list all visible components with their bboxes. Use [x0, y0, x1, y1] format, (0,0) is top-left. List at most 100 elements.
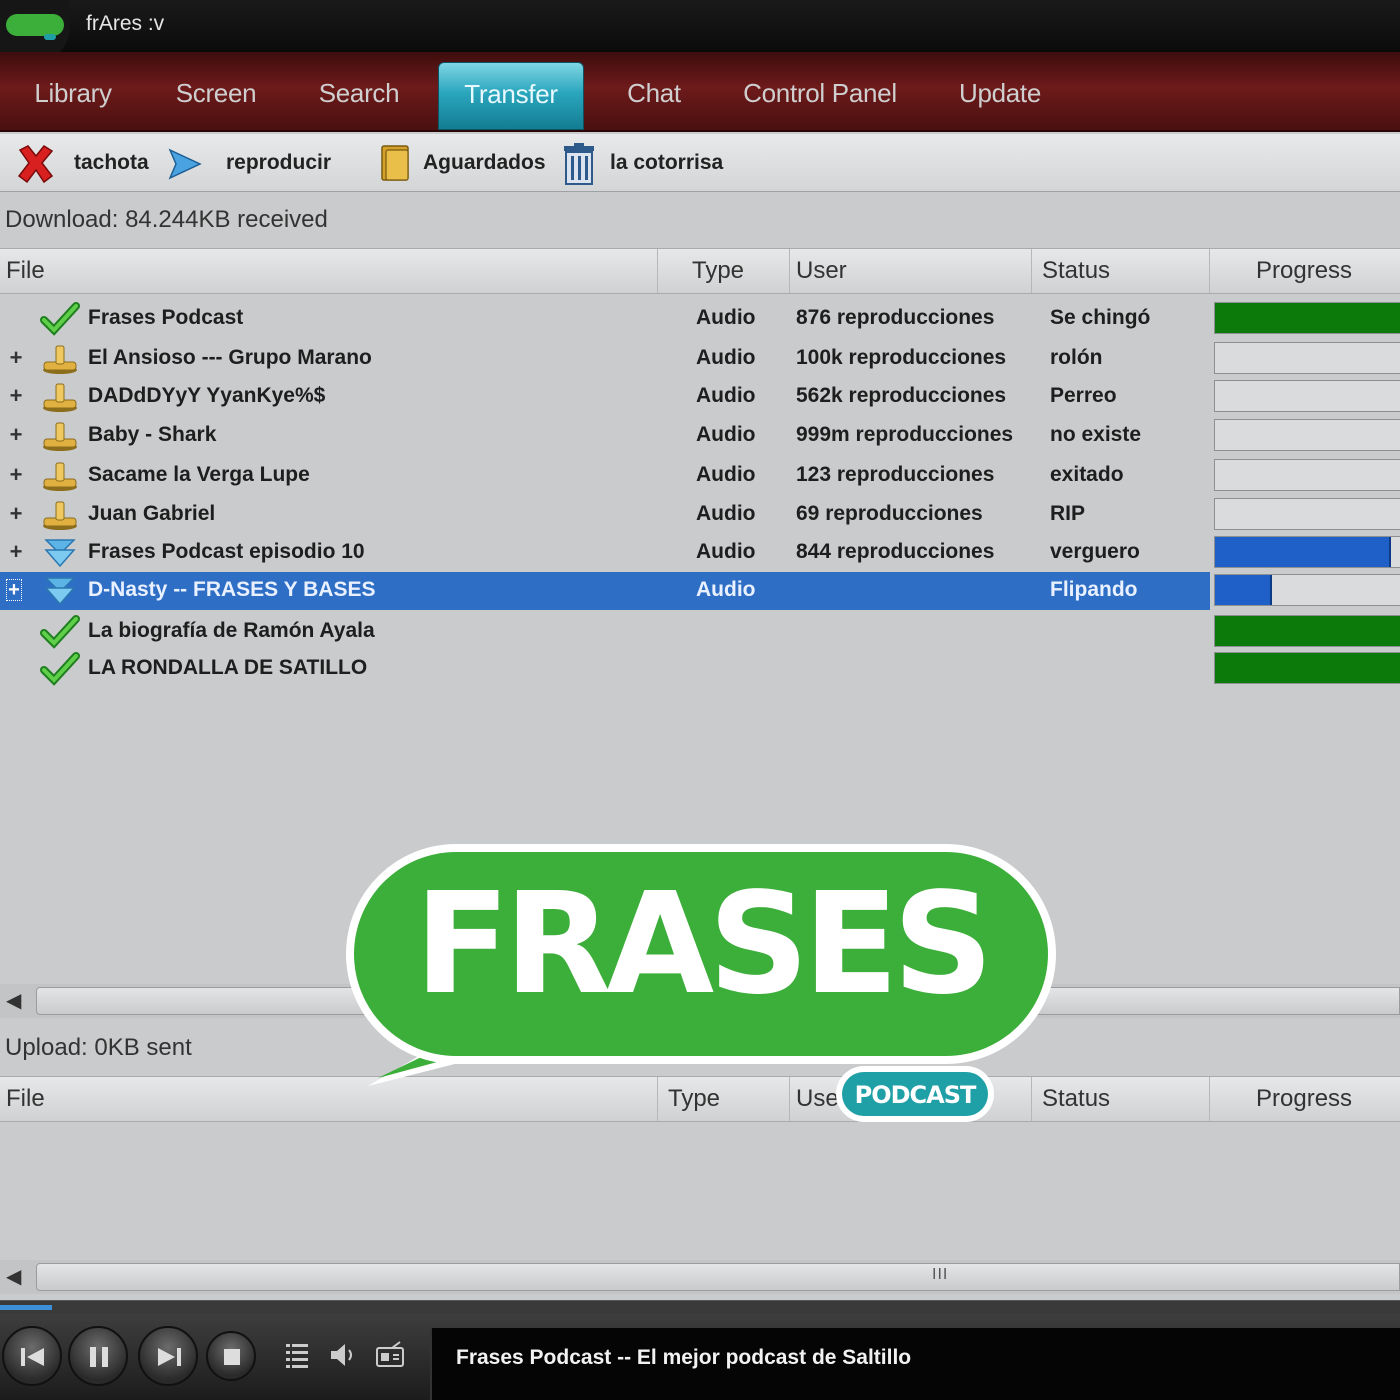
next-button[interactable]	[138, 1326, 198, 1386]
window-title: frAres :v	[86, 12, 165, 35]
toolbar: tachota reproducir Aguardados la cotorri…	[0, 134, 1400, 192]
player-bar: Frases Podcast -- El mejor podcast de Sa…	[0, 1314, 1400, 1400]
volume-icon[interactable]	[328, 1340, 358, 1370]
transfer-row[interactable]: + El Ansioso --- Grupo Marano Audio 100k re…	[0, 340, 1400, 378]
upload-list	[0, 1122, 1400, 1262]
expand-toggle[interactable]: +	[8, 501, 24, 527]
file-type: Audio	[696, 423, 756, 446]
progress-bar	[1214, 498, 1400, 530]
previous-button[interactable]	[2, 1326, 62, 1386]
tab-transfer[interactable]: Transfer	[438, 62, 584, 130]
expand-toggle[interactable]: +	[8, 422, 24, 448]
file-name: DADdDYyY YyanKye%$	[88, 384, 326, 407]
tab-screen[interactable]: Screen	[160, 62, 272, 130]
column-header-user[interactable]: User	[790, 249, 1032, 293]
transfer-status: Flipando	[1050, 578, 1138, 601]
transfer-row[interactable]: + Frases Podcast episodio 10 Audio 844 repr…	[0, 534, 1400, 572]
progress-bar	[1214, 380, 1400, 412]
play-arrow-icon	[168, 148, 202, 180]
file-type: Audio	[696, 384, 756, 407]
scroll-track[interactable]: III	[36, 1263, 1400, 1291]
trash-icon	[564, 143, 594, 185]
transfer-row[interactable]: La biografía de Ramón Ayala	[0, 613, 1400, 651]
saved-folder-button[interactable]: Aguardados	[378, 142, 548, 186]
clear-label: la cotorrisa	[610, 151, 724, 174]
transfer-status: verguero	[1050, 540, 1140, 563]
user-plays: 999m reproducciones	[796, 423, 1014, 446]
tab-chat[interactable]: Chat	[608, 62, 700, 130]
transfer-row[interactable]: LA RONDALLA DE SATILLO	[0, 650, 1400, 688]
download-arrow-icon	[40, 574, 80, 608]
column-header-progress[interactable]: Progress	[1210, 1077, 1400, 1121]
progress-bar	[1214, 459, 1400, 491]
column-header-status[interactable]: Status	[1032, 1077, 1210, 1121]
playlist-icon[interactable]	[284, 1340, 310, 1370]
tab-search[interactable]: Search	[302, 62, 416, 130]
stop-button[interactable]	[206, 1331, 256, 1381]
upload-scrollbar[interactable]: ◀ III	[0, 1260, 1400, 1294]
file-name: El Ansioso --- Grupo Marano	[88, 346, 372, 369]
progress-bar	[1214, 652, 1400, 684]
column-header-progress[interactable]: Progress	[1210, 249, 1400, 293]
stop-icon	[224, 1349, 240, 1365]
progress-fill	[1215, 537, 1391, 567]
seek-position	[0, 1305, 52, 1310]
transfer-status: exitado	[1050, 463, 1124, 486]
hub-icon	[40, 498, 80, 532]
file-name: Sacame la Verga Lupe	[88, 463, 310, 486]
transfer-status: no existe	[1050, 423, 1142, 446]
transfer-status: Perreo	[1050, 384, 1117, 407]
play-button[interactable]: reproducir	[166, 142, 336, 186]
scroll-left-icon[interactable]: ◀	[6, 988, 21, 1013]
transfer-row[interactable]: + Sacame la Verga Lupe Audio 123 reproducci…	[0, 457, 1400, 495]
progress-fill	[1215, 575, 1273, 605]
file-type: Audio	[696, 346, 756, 369]
seek-bar[interactable]	[0, 1300, 1400, 1314]
tab-control-panel[interactable]: Control Panel	[730, 62, 910, 130]
pause-button[interactable]	[68, 1326, 128, 1386]
logo-word: FRASES	[414, 863, 993, 1026]
delete-button[interactable]: tachota	[14, 142, 154, 186]
expand-toggle[interactable]: +	[8, 345, 24, 371]
logo-badge: PODCAST	[854, 1081, 977, 1109]
transfer-status: Se chingó	[1050, 306, 1151, 329]
transfer-row[interactable]: + Baby - Shark Audio 999m reproducciones no …	[0, 417, 1400, 455]
file-type: Audio	[696, 540, 756, 563]
expand-toggle[interactable]: +	[8, 462, 24, 488]
progress-bar	[1214, 615, 1400, 647]
column-header-file[interactable]: File	[0, 249, 658, 293]
tab-library[interactable]: Library	[14, 62, 132, 130]
transfer-row[interactable]: Frases Podcast Audio 876 reproducciones Se …	[0, 300, 1400, 338]
progress-bar	[1214, 302, 1400, 334]
expand-toggle[interactable]: +	[8, 383, 24, 409]
expand-toggle[interactable]: +	[8, 539, 24, 565]
column-header-status[interactable]: Status	[1032, 249, 1210, 293]
download-arrow-icon	[40, 536, 80, 570]
transfer-row[interactable]: + D-Nasty -- FRASES Y BASES Audio Flipando	[0, 572, 1210, 610]
transfer-row[interactable]: + Juan Gabriel Audio 69 reproducciones RIP	[0, 496, 1400, 534]
scroll-left-icon[interactable]: ◀	[6, 1264, 21, 1289]
expand-toggle[interactable]: +	[6, 579, 22, 601]
hub-icon	[40, 342, 80, 376]
now-playing-text: Frases Podcast -- El mejor podcast de Sa…	[456, 1346, 912, 1369]
folder-icon	[381, 145, 409, 181]
radio-icon[interactable]	[374, 1340, 406, 1370]
user-plays: 876 reproducciones	[796, 306, 995, 329]
column-header-type[interactable]: Type	[658, 249, 790, 293]
tab-update[interactable]: Update	[942, 62, 1058, 130]
next-icon	[158, 1348, 181, 1366]
user-plays: 100k reproducciones	[796, 346, 1007, 369]
hub-icon	[40, 459, 80, 493]
progress-fill	[1215, 653, 1400, 683]
file-name: Baby - Shark	[88, 423, 217, 446]
clear-button[interactable]: la cotorrisa	[560, 142, 730, 186]
file-type: Audio	[696, 502, 756, 525]
file-type: Audio	[696, 578, 756, 601]
scroll-grip[interactable]: III	[932, 1266, 948, 1284]
saved-label: Aguardados	[423, 151, 546, 174]
file-name: D-Nasty -- FRASES Y BASES	[88, 578, 376, 601]
user-plays: 562k reproducciones	[796, 384, 1007, 407]
transfer-row[interactable]: + DADdDYyY YyanKye%$ Audio 562k reproduccio…	[0, 378, 1400, 416]
tab-bar: Library Screen Search Transfer Chat Cont…	[0, 52, 1400, 132]
download-status: Download: 84.244KB received	[5, 206, 328, 233]
